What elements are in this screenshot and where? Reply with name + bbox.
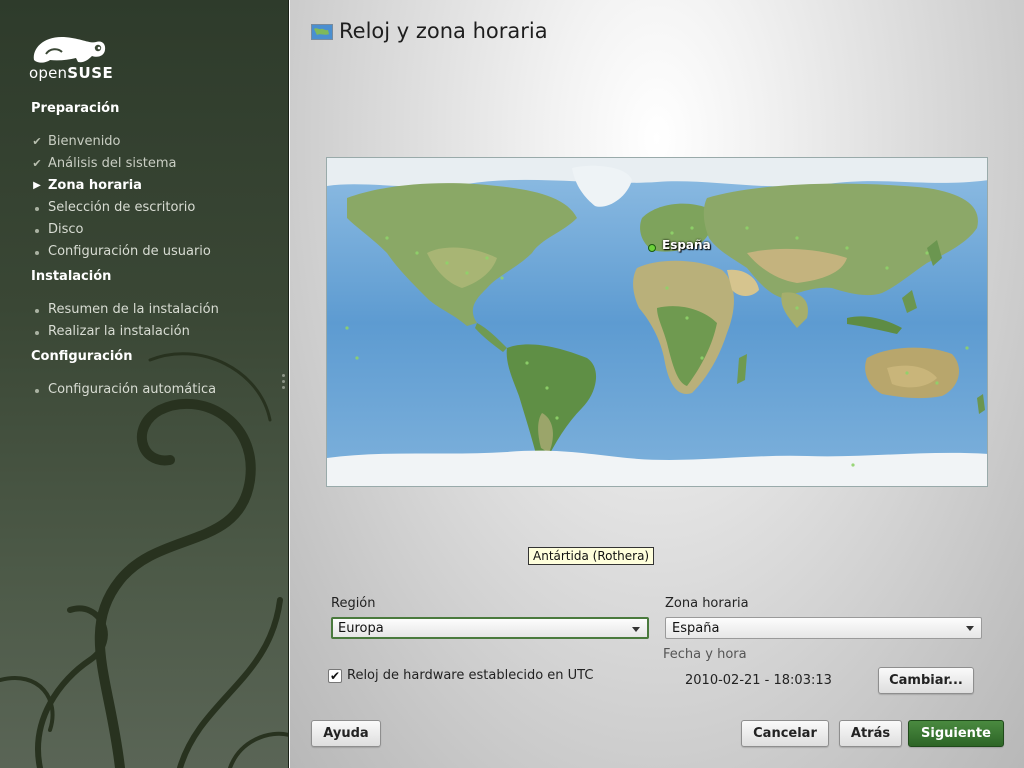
region-select-value: Europa [338,621,384,636]
step-analisis-sistema: ✔ Análisis del sistema [30,156,176,171]
check-icon: ✔ [32,157,42,170]
hw-clock-utc-label[interactable]: Reloj de hardware establecido en UTC [347,668,593,683]
next-button[interactable]: Siguiente [908,720,1004,747]
bullet-icon [35,331,39,335]
step-realizar-instalacion: Realizar la instalación [30,324,190,339]
step-configuracion-automatica: Configuración automática [30,382,216,397]
world-map-graphic[interactable] [327,158,988,487]
clock-map-icon [311,24,333,40]
bullet-icon [35,229,39,233]
region-label: Región [331,596,376,611]
opensuse-logo-icon [33,36,106,63]
timezone-select[interactable]: España [665,617,982,639]
bullet-icon [35,251,39,255]
bullet-icon [35,389,39,393]
chevron-down-icon [966,626,974,631]
cancel-button[interactable]: Cancelar [741,720,829,747]
hw-clock-utc-checkbox[interactable]: ✔ [328,669,342,683]
step-bienvenido: ✔ Bienvenido [30,134,120,149]
change-datetime-button[interactable]: Cambiar... [878,667,974,694]
step-zona-horaria: ▶ Zona horaria [30,178,142,193]
page-title: Reloj y zona horaria [339,19,548,43]
current-step-arrow-icon: ▶ [33,180,41,191]
sidebar-resize-handle[interactable] [282,374,286,392]
help-button[interactable]: Ayuda [311,720,381,747]
section-instalacion: Instalación [31,269,112,284]
datetime-value: 2010-02-21 - 18:03:13 [685,673,832,688]
timezone-select-value: España [672,621,720,636]
sidebar: openSUSE Preparación ✔ Bienvenido ✔ Anális… [0,0,289,768]
map-tooltip: Antártida (Rothera) [528,547,655,565]
world-map[interactable]: España [326,157,988,487]
datetime-label: Fecha y hora [663,647,747,662]
section-preparacion: Preparación [31,101,120,116]
decorative-swirl [0,352,288,768]
opensuse-logo-text: openSUSE [29,64,114,82]
section-configuracion: Configuración [31,349,133,364]
timezone-label: Zona horaria [665,596,749,611]
checkmark-icon: ✔ [329,669,341,683]
bullet-icon [35,207,39,211]
step-disco: Disco [30,222,84,237]
step-seleccion-escritorio: Selección de escritorio [30,200,195,215]
region-select[interactable]: Europa [331,617,649,639]
check-icon: ✔ [32,135,42,148]
step-configuracion-usuario: Configuración de usuario [30,244,211,259]
selected-location-label: España [662,238,711,252]
step-resumen-instalacion: Resumen de la instalación [30,302,219,317]
back-button[interactable]: Atrás [839,720,902,747]
bullet-icon [35,309,39,313]
chevron-down-icon [632,627,640,632]
